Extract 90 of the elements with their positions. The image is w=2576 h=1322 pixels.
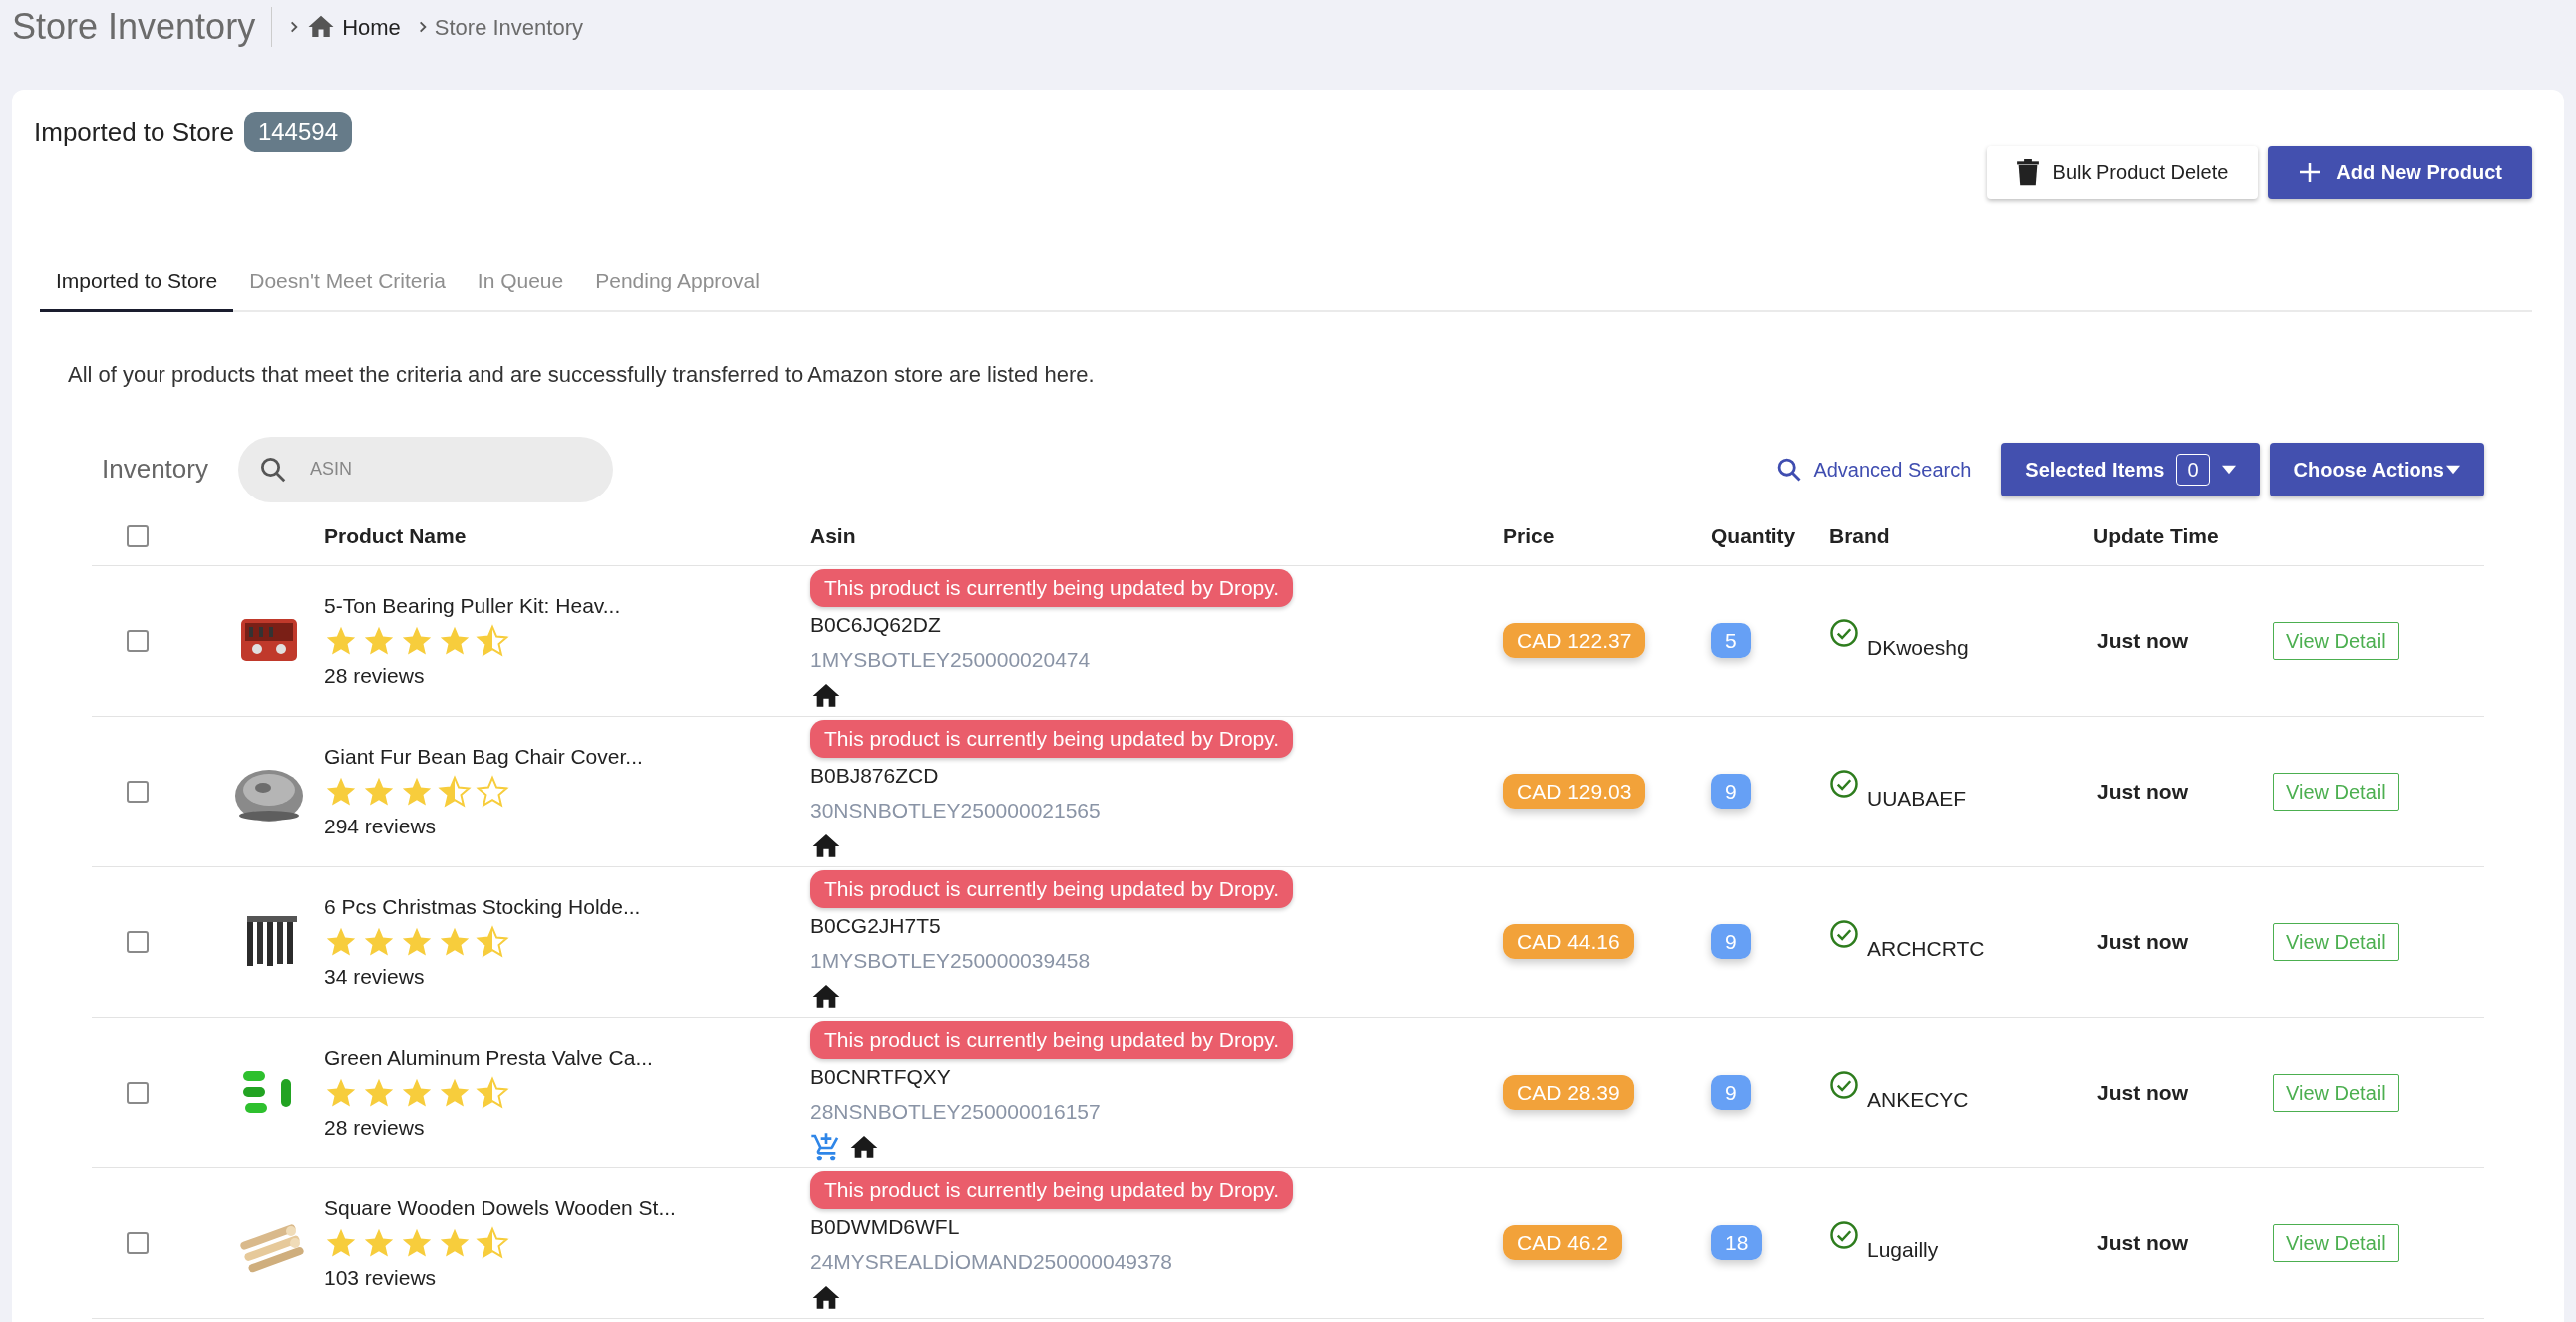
review-count: 103 reviews <box>324 1264 438 1291</box>
checkbox[interactable] <box>127 780 149 803</box>
view-detail-button[interactable]: View Detail <box>2273 772 2399 811</box>
review-count: 28 reviews <box>324 662 426 689</box>
product-name: Giant Fur Bean Bag Chair Cover... <box>324 744 644 770</box>
asin-text: B0CG2JH7T5 <box>810 912 941 939</box>
asin-text: B0CNRTFQXY <box>810 1063 951 1090</box>
search-field[interactable]: ASIN <box>237 436 613 502</box>
update-notice: This product is currently being updated by Dropy. <box>810 720 1293 758</box>
brand-text: ARCHCRTC <box>1867 935 1985 962</box>
update-time: Just now <box>2096 928 2189 955</box>
review-count: 294 reviews <box>324 813 438 839</box>
caret-icon <box>2446 464 2460 475</box>
tab[interactable]: Pending Approval <box>579 265 776 312</box>
update-time: Just now <box>2096 627 2189 654</box>
column-header: Price <box>1503 523 1556 550</box>
tab[interactable]: Doesn't Meet Criteria <box>233 265 462 312</box>
column-header: Brand <box>1829 523 1891 550</box>
tab[interactable]: Imported to Store <box>40 265 234 312</box>
tab[interactable]: In Queue <box>461 265 580 312</box>
quantity-badge: 5 <box>1711 622 1751 658</box>
star-icon <box>476 1225 509 1260</box>
column-header: Quantity <box>1711 523 1797 550</box>
sku-text: 30NSNBOTLEY250000021565 <box>810 798 1101 825</box>
checkbox[interactable] <box>127 525 149 547</box>
product-name: Square Wooden Dowels Wooden St... <box>324 1195 677 1221</box>
checkbox[interactable] <box>127 629 149 652</box>
star-icon <box>476 1075 509 1110</box>
product-name: 5-Ton Bearing Puller Kit: Heav... <box>324 593 622 619</box>
quantity-badge: 18 <box>1711 1224 1763 1260</box>
brand-text: ANKECYC <box>1867 1086 1969 1113</box>
brand-text: Lugailly <box>1867 1236 1939 1263</box>
count-badge: 144594 <box>243 112 352 152</box>
breadcrumb-link[interactable]: Home <box>342 10 401 44</box>
update-notice: This product is currently being updated by Dropy. <box>810 1021 1293 1059</box>
update-notice: This product is currently being updated by Dropy. <box>810 870 1293 908</box>
asin-text: B0C6JQ62DZ <box>810 611 941 638</box>
sku-text: 24MYSREALDİOMAND250000049378 <box>810 1249 1173 1276</box>
review-count: 34 reviews <box>324 963 426 990</box>
quantity-badge: 9 <box>1711 1074 1751 1110</box>
plus-icon <box>2298 161 2323 184</box>
checkbox[interactable] <box>127 930 149 953</box>
price-badge: CAD 122.37 <box>1503 622 1646 658</box>
view-detail-button[interactable]: View Detail <box>2273 621 2399 660</box>
quantity-badge: 9 <box>1711 923 1751 959</box>
asin-text: B0DWMD6WFL <box>810 1213 960 1240</box>
sku-text: 1MYSBOTLEY250000039458 <box>810 948 1091 975</box>
add-product-button[interactable]: Add New Product <box>2268 146 2532 199</box>
advanced-search-link[interactable]: Advanced Search <box>1775 454 1972 485</box>
price-badge: CAD 44.16 <box>1503 923 1634 959</box>
column-header: Update Time <box>2093 523 2220 550</box>
inventory-title: Inventory <box>102 453 208 486</box>
update-notice: This product is currently being updated by Dropy. <box>810 569 1293 607</box>
selected-items-button[interactable]: Selected Items 0 <box>2001 442 2260 496</box>
update-time: Just now <box>2096 1229 2189 1256</box>
brand-text: UUABAEF <box>1867 785 1967 812</box>
description-text: All of your products that meet the criteria and are successfully transferred to Amazon store are listed here. <box>68 360 1096 389</box>
update-time: Just now <box>2096 778 2189 805</box>
choose-actions-button[interactable]: Choose Actions <box>2269 442 2484 496</box>
star-icon <box>476 774 509 809</box>
column-header: Product Name <box>324 523 468 550</box>
checkbox[interactable] <box>127 1081 149 1104</box>
caret-icon <box>2221 464 2236 475</box>
trash-icon <box>2016 159 2039 186</box>
column-header: Asin <box>810 523 857 550</box>
view-detail-button[interactable]: View Detail <box>2273 922 2399 961</box>
card-title: Imported to Store <box>34 115 234 149</box>
count-badge: 0 <box>2176 453 2210 486</box>
star-icon <box>476 924 509 959</box>
update-notice: This product is currently being updated by Dropy. <box>810 1171 1293 1209</box>
view-detail-button[interactable]: View Detail <box>2273 1223 2399 1262</box>
brand-text: DKwoeshg <box>1867 634 1969 661</box>
product-name: 6 Pcs Christmas Stocking Holde... <box>324 894 642 920</box>
quantity-badge: 9 <box>1711 773 1751 809</box>
checkbox[interactable] <box>127 1231 149 1254</box>
star-icon <box>438 774 472 809</box>
breadcrumb-link[interactable]: Store Inventory <box>434 10 583 44</box>
asin-text: B0BJ876ZCD <box>810 762 939 789</box>
price-badge: CAD 46.2 <box>1503 1224 1623 1260</box>
sku-text: 1MYSBOTLEY250000020474 <box>810 647 1091 674</box>
review-count: 28 reviews <box>324 1114 426 1141</box>
price-badge: CAD 129.03 <box>1503 773 1646 809</box>
star-icon <box>476 623 509 658</box>
sku-text: 28NSNBOTLEY250000016157 <box>810 1099 1101 1126</box>
update-time: Just now <box>2096 1079 2189 1106</box>
price-badge: CAD 28.39 <box>1503 1074 1634 1110</box>
product-name: Green Aluminum Presta Valve Ca... <box>324 1045 654 1071</box>
bulk-delete-button[interactable]: Bulk Product Delete <box>1986 146 2259 199</box>
view-detail-button[interactable]: View Detail <box>2273 1073 2399 1112</box>
page-title: Store Inventory <box>12 5 257 49</box>
